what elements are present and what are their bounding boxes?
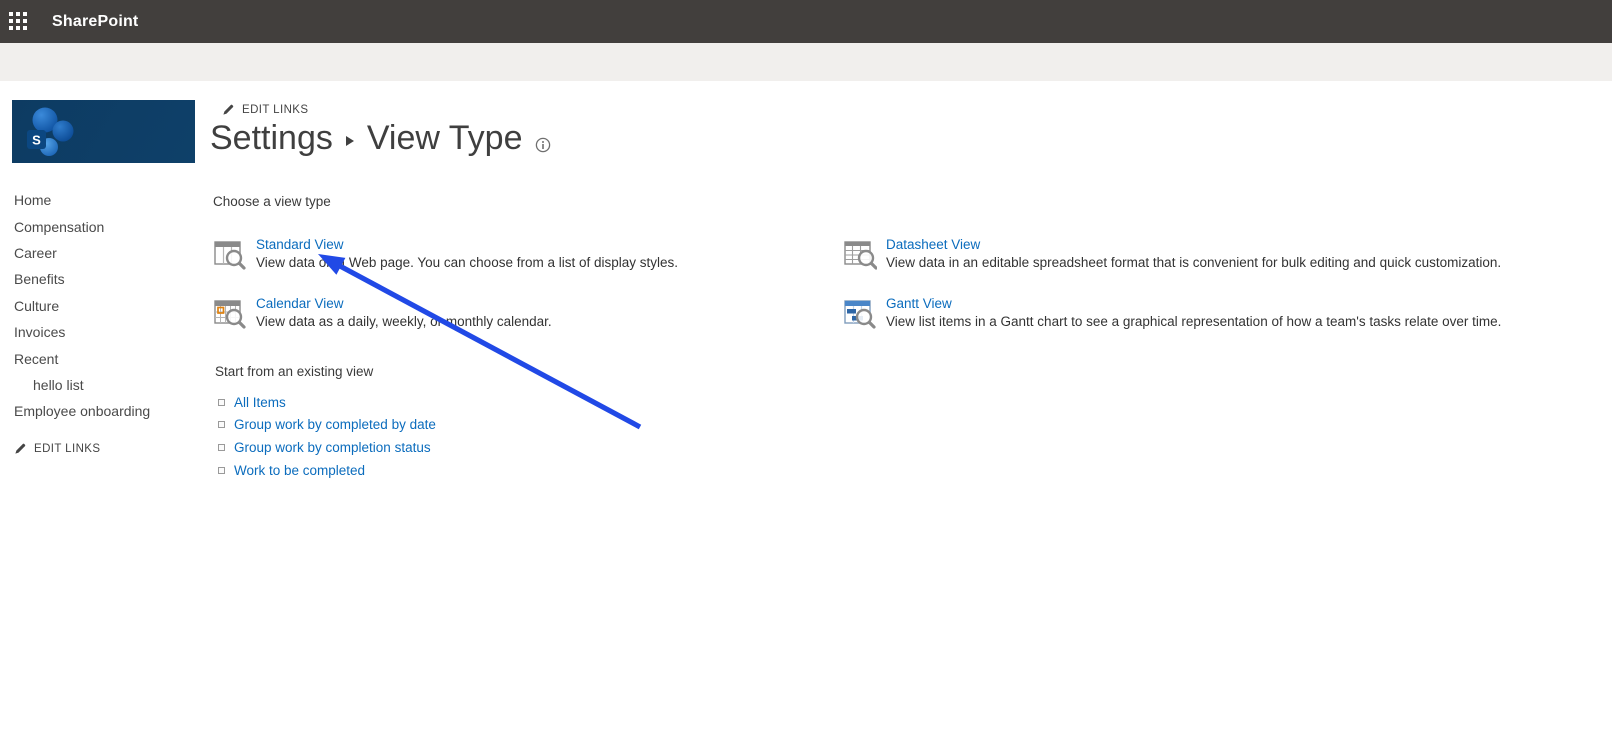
sidebar-item-culture[interactable]: Culture bbox=[14, 293, 209, 319]
existing-view-link[interactable]: Group work by completed by date bbox=[234, 417, 436, 432]
app-launcher-icon[interactable] bbox=[9, 11, 29, 32]
suite-bar: SharePoint bbox=[0, 0, 1612, 43]
existing-view-link[interactable]: Work to be completed bbox=[234, 463, 365, 478]
sidebar-item-benefits[interactable]: Benefits bbox=[14, 266, 209, 292]
datasheet-view-description: View data in an editable spreadsheet for… bbox=[886, 255, 1502, 270]
page-info-icon[interactable] bbox=[535, 123, 551, 162]
existing-view-work-to-be-completed[interactable]: Work to be completed bbox=[218, 459, 436, 482]
datasheet-view-icon[interactable] bbox=[843, 237, 877, 271]
view-type-option-calendar: Calendar View View data as a daily, week… bbox=[213, 296, 552, 330]
sidebar-item-invoices[interactable]: Invoices bbox=[14, 319, 209, 345]
breadcrumb-settings-link[interactable]: Settings bbox=[210, 119, 333, 158]
sidebar-edit-links-label: EDIT LINKS bbox=[34, 442, 101, 455]
square-bullet-icon bbox=[218, 421, 225, 429]
gantt-view-link[interactable]: Gantt View bbox=[886, 296, 1501, 311]
quick-launch-nav: Home Compensation Career Benefits Cultur… bbox=[14, 187, 209, 425]
sidebar-item-compensation[interactable]: Compensation bbox=[14, 213, 209, 239]
calendar-view-link[interactable]: Calendar View bbox=[256, 296, 552, 311]
existing-view-group-by-status[interactable]: Group work by completion status bbox=[218, 436, 436, 459]
calendar-view-description: View data as a daily, weekly, or monthly… bbox=[256, 314, 552, 329]
site-logo[interactable]: S bbox=[12, 100, 195, 163]
breadcrumb-separator-icon bbox=[345, 135, 354, 146]
sidebar-item-recent[interactable]: Recent bbox=[14, 345, 209, 371]
pencil-icon bbox=[15, 443, 26, 454]
sidebar-item-employee-onboarding[interactable]: Employee onboarding bbox=[14, 398, 209, 424]
standard-view-description: View data on a Web page. You can choose … bbox=[256, 255, 679, 270]
square-bullet-icon bbox=[218, 398, 225, 406]
view-type-option-standard: Standard View View data on a Web page. Y… bbox=[213, 237, 678, 271]
existing-view-link[interactable]: All Items bbox=[234, 395, 286, 410]
gantt-view-description: View list items in a Gantt chart to see … bbox=[886, 314, 1502, 329]
sharepoint-logo-icon: S bbox=[27, 107, 74, 156]
sub-header-band bbox=[0, 43, 1612, 81]
existing-view-link[interactable]: Group work by completion status bbox=[234, 440, 431, 455]
app-title[interactable]: SharePoint bbox=[52, 13, 138, 31]
square-bullet-icon bbox=[218, 443, 225, 451]
square-bullet-icon bbox=[218, 466, 225, 474]
standard-view-link[interactable]: Standard View bbox=[256, 237, 678, 252]
view-type-option-datasheet: Datasheet View View data in an editable … bbox=[843, 237, 1501, 271]
existing-view-group-by-date[interactable]: Group work by completed by date bbox=[218, 414, 436, 437]
existing-view-heading: Start from an existing view bbox=[215, 364, 374, 379]
sidebar-item-career[interactable]: Career bbox=[14, 240, 209, 266]
svg-text:S: S bbox=[32, 133, 41, 148]
standard-view-icon[interactable] bbox=[213, 237, 247, 271]
existing-view-all-items[interactable]: All Items bbox=[218, 391, 436, 414]
datasheet-view-link[interactable]: Datasheet View bbox=[886, 237, 1501, 252]
sidebar-item-home[interactable]: Home bbox=[14, 187, 209, 213]
page-heading: Settings View Type bbox=[210, 114, 551, 162]
existing-view-list: All Items Group work by completed by dat… bbox=[218, 391, 436, 481]
view-type-option-gantt: Gantt View View list items in a Gantt ch… bbox=[843, 296, 1501, 330]
calendar-view-icon[interactable] bbox=[213, 296, 247, 330]
page-title: View Type bbox=[366, 118, 523, 157]
sidebar-edit-links-button[interactable]: EDIT LINKS bbox=[14, 442, 100, 455]
sidebar-item-hello-list[interactable]: hello list bbox=[14, 372, 209, 398]
gantt-view-icon[interactable] bbox=[843, 296, 877, 330]
choose-view-type-label: Choose a view type bbox=[213, 194, 331, 209]
